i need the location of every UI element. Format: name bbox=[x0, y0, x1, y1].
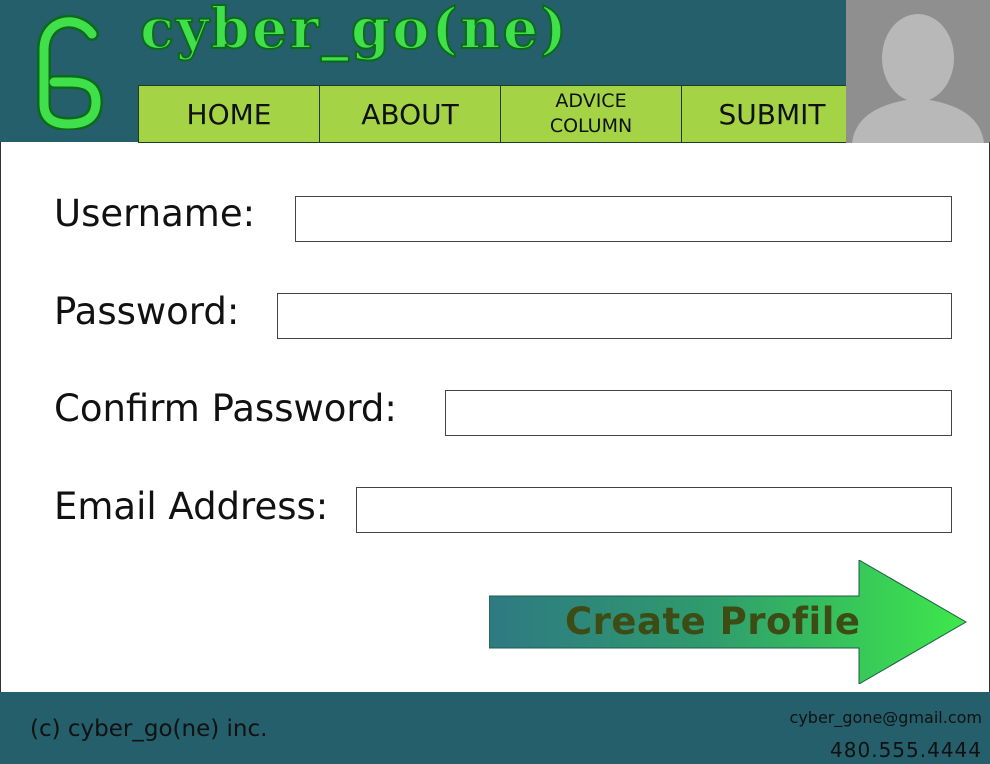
nav-submit[interactable]: SUBMIT bbox=[681, 85, 863, 143]
nav-about[interactable]: ABOUT bbox=[319, 85, 501, 143]
logo-icon[interactable] bbox=[30, 12, 110, 130]
username-label: Username: bbox=[54, 192, 256, 235]
avatar[interactable] bbox=[846, 0, 990, 143]
confirm-password-label: Confirm Password: bbox=[54, 387, 397, 430]
password-field[interactable] bbox=[277, 293, 952, 339]
contact-phone: 480.555.4444 bbox=[830, 738, 982, 762]
main-nav: HOME ABOUT ADVICE COLUMN SUBMIT bbox=[138, 85, 863, 143]
contact-email[interactable]: cyber_gone@gmail.com bbox=[790, 708, 982, 727]
confirm-password-field[interactable] bbox=[445, 390, 952, 436]
footer: (c) cyber_go(ne) inc. cyber_gone@gmail.c… bbox=[0, 692, 990, 764]
copyright-text: (c) cyber_go(ne) inc. bbox=[30, 716, 268, 742]
site-title: cyber_go(ne) bbox=[139, 0, 569, 63]
header: cyber_go(ne) HOME ABOUT ADVICE COLUMN SU… bbox=[0, 0, 990, 143]
email-label: Email Address: bbox=[54, 485, 329, 528]
nav-home[interactable]: HOME bbox=[138, 85, 320, 143]
email-field[interactable] bbox=[356, 487, 952, 533]
create-profile-button[interactable] bbox=[489, 560, 969, 684]
nav-advice-column[interactable]: ADVICE COLUMN bbox=[500, 85, 682, 143]
username-field[interactable] bbox=[295, 196, 952, 242]
password-label: Password: bbox=[54, 290, 240, 333]
user-silhouette-icon bbox=[852, 14, 984, 143]
